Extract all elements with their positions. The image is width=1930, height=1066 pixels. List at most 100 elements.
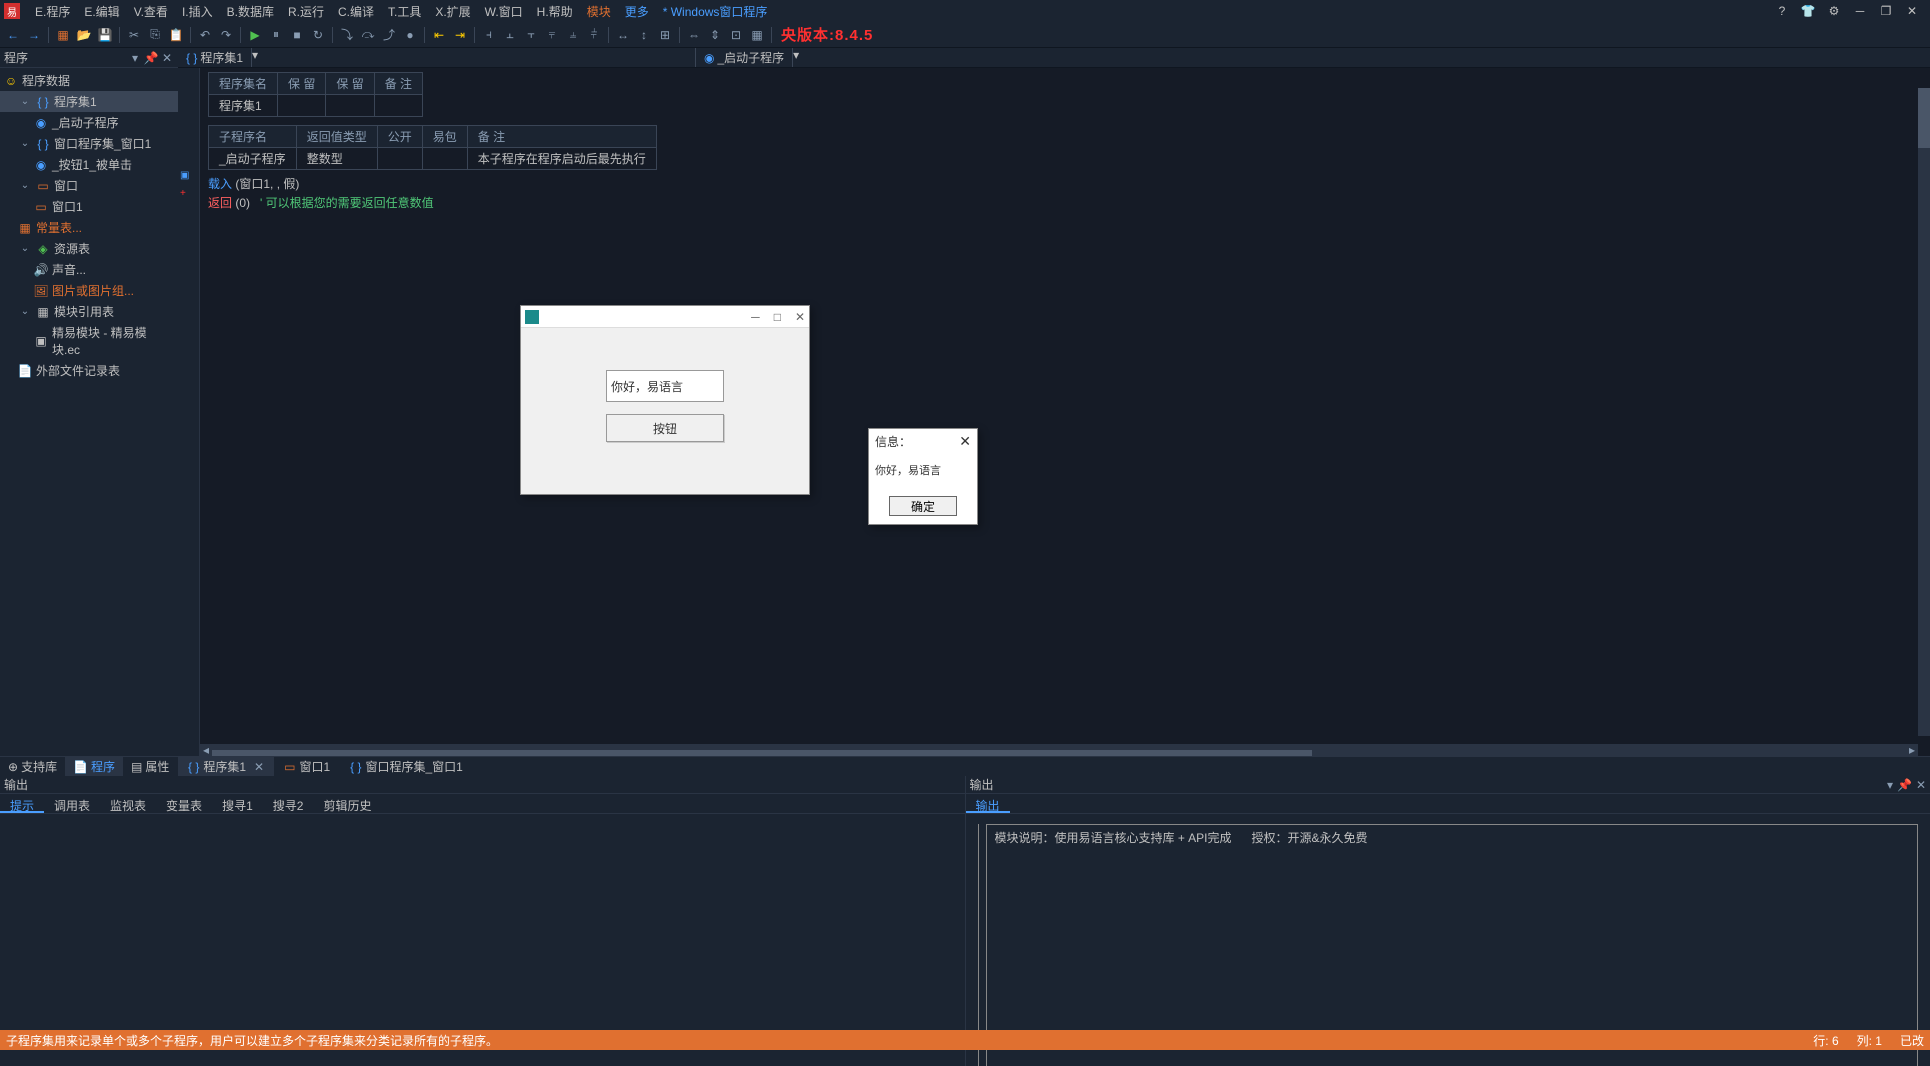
td[interactable]: 程序集1 [209,95,278,117]
tree-item-startup[interactable]: ◉_启动子程序 [0,112,178,133]
menu-more[interactable]: 更多 [618,0,656,23]
menu-view[interactable]: V.查看 [127,0,175,23]
code-editor[interactable]: ▣ + 程序集名保 留保 留备 注 程序集1 子程序名返回值类型公开易包备 注 … [178,68,1930,756]
vertical-scrollbar[interactable] [1918,88,1930,736]
tb-redo[interactable]: ↷ [217,26,235,44]
scrollbar-thumb[interactable] [212,750,1312,756]
tb-align-left[interactable]: ⫞ [480,26,498,44]
tree-item-image[interactable]: 🖼图片或图片组... [0,280,178,301]
horizontal-scrollbar[interactable]: ◂ ▸ [200,744,1918,756]
panel-close-icon[interactable]: ✕ [1916,778,1926,792]
tb-align-top[interactable]: ⫧ [543,26,561,44]
tb-restart[interactable]: ↻ [309,26,327,44]
panel-min-icon[interactable]: ▾ [128,51,142,65]
out-tab-output[interactable]: 输出 [966,794,1010,813]
preview-close-icon[interactable]: ✕ [795,310,805,324]
plus-marker-icon[interactable]: + [180,188,186,199]
menu-tools[interactable]: T.工具 [381,0,428,23]
td[interactable] [326,95,374,117]
tb-open[interactable]: 📂 [75,26,93,44]
btab-window1[interactable]: ▭窗口1 [274,756,340,777]
out-tab-clip[interactable]: 剪辑历史 [313,794,381,813]
tb-dist-h[interactable]: ⇔ [685,26,703,44]
tb-outdent[interactable]: ⇤ [430,26,448,44]
window-program-title[interactable]: * Windows窗口程序 [656,0,775,23]
tb-undo[interactable]: ↶ [196,26,214,44]
tb-same-width[interactable]: ↔ [614,26,632,44]
tb-align-bottom[interactable]: ⫩ [585,26,603,44]
preview-maximize-icon[interactable]: □ [774,310,781,324]
panel-close-icon[interactable]: ✕ [160,51,174,65]
preview-titlebar[interactable]: ─ □ ✕ [521,306,809,328]
tb-pause[interactable]: ⏸ [267,26,285,44]
out-tab-hint[interactable]: 提示 [0,794,44,813]
out-tab-vars[interactable]: 变量表 [156,794,212,813]
tb-copy[interactable]: ⎘ [146,26,164,44]
dialog-close-icon[interactable]: ✕ [959,433,971,450]
tab-nav-icon[interactable]: ▾ [252,48,258,67]
minimize-icon[interactable]: ─ [1852,3,1868,19]
tb-align-middle[interactable]: ⫨ [564,26,582,44]
tb-grid[interactable]: ▦ [748,26,766,44]
tb-paste[interactable]: 📋 [167,26,185,44]
shirt-icon[interactable]: 👕 [1800,3,1816,19]
dialog-ok-button[interactable]: 确定 [889,496,957,516]
td[interactable] [374,95,422,117]
tb-same-size[interactable]: ⊞ [656,26,674,44]
menu-run[interactable]: R.运行 [281,0,331,23]
menu-compile[interactable]: C.编译 [331,0,381,23]
tb-run[interactable]: ▶ [246,26,264,44]
menu-module[interactable]: 模块 [580,0,618,23]
td[interactable]: _启动子程序 [209,148,297,170]
tb-align-center-h[interactable]: ⫠ [501,26,519,44]
tb-stop[interactable]: ■ [288,26,306,44]
tab-close-icon[interactable]: ✕ [254,760,264,774]
panel-pin-icon[interactable]: 📌 [144,51,158,65]
menu-program[interactable]: E.程序 [28,0,77,23]
close-icon[interactable]: ✕ [1904,3,1920,19]
tab-program[interactable]: 📄程序 [65,757,123,776]
out-tab-watch[interactable]: 监视表 [100,794,156,813]
td[interactable] [422,148,467,170]
td[interactable]: 整数型 [296,148,377,170]
tree-item-progset1[interactable]: ⌄{ }程序集1 [0,91,178,112]
tree-item-sound[interactable]: 🔊声音... [0,259,178,280]
scroll-right-icon[interactable]: ▸ [1906,744,1918,756]
out-tab-search2[interactable]: 搜寻2 [263,794,314,813]
tb-stepover[interactable]: ⤼ [359,26,377,44]
tb-breakpoint[interactable]: ● [401,26,419,44]
scrollbar-thumb[interactable] [1918,88,1930,148]
menu-edit[interactable]: E.编辑 [77,0,126,23]
tb-stepinto[interactable]: ⤵ [338,26,356,44]
preview-minimize-icon[interactable]: ─ [751,310,760,324]
scroll-left-icon[interactable]: ◂ [200,744,212,756]
tree-item-resource[interactable]: ⌄◈资源表 [0,238,178,259]
tree-item-moduleref[interactable]: ⌄▦模块引用表 [0,301,178,322]
tb-back[interactable]: ← [4,26,22,44]
tb-save[interactable]: 💾 [96,26,114,44]
editor-tab-progset1[interactable]: { }程序集1 [178,48,252,67]
code-line[interactable]: 载入 (窗口1, , 假) [208,174,1922,193]
maximize-icon[interactable]: ❐ [1878,3,1894,19]
tree-item-consttable[interactable]: ▦常量表... [0,217,178,238]
tb-cut[interactable]: ✂ [125,26,143,44]
preview-button[interactable]: 按钮 [606,414,724,442]
tab-support-lib[interactable]: ⊕支持库 [0,757,65,776]
td[interactable] [278,95,326,117]
tb-stepout[interactable]: ⤴ [380,26,398,44]
fold-marker-icon[interactable]: ▣ [180,170,189,181]
tree-item-module-ec[interactable]: ▣精易模块 - 精易模块.ec [0,322,178,360]
tb-indent[interactable]: ⇥ [451,26,469,44]
tb-new[interactable]: ▦ [54,26,72,44]
editor-tab-startup[interactable]: ◉_启动子程序 [696,48,793,67]
tree-root[interactable]: ☺ 程序数据 [0,70,178,91]
out-tab-search1[interactable]: 搜寻1 [212,794,263,813]
tb-forward[interactable]: → [25,26,43,44]
tab-nav-icon[interactable]: ▾ [793,48,799,67]
menu-extend[interactable]: X.扩展 [428,0,477,23]
btab-progset1[interactable]: { }程序集1✕ [178,756,274,777]
tb-align-right[interactable]: ⫟ [522,26,540,44]
tree-item-button-click[interactable]: ◉_按钮1_被单击 [0,154,178,175]
help-icon[interactable]: ? [1774,3,1790,19]
tree-item-windows[interactable]: ⌄▭窗口 [0,175,178,196]
